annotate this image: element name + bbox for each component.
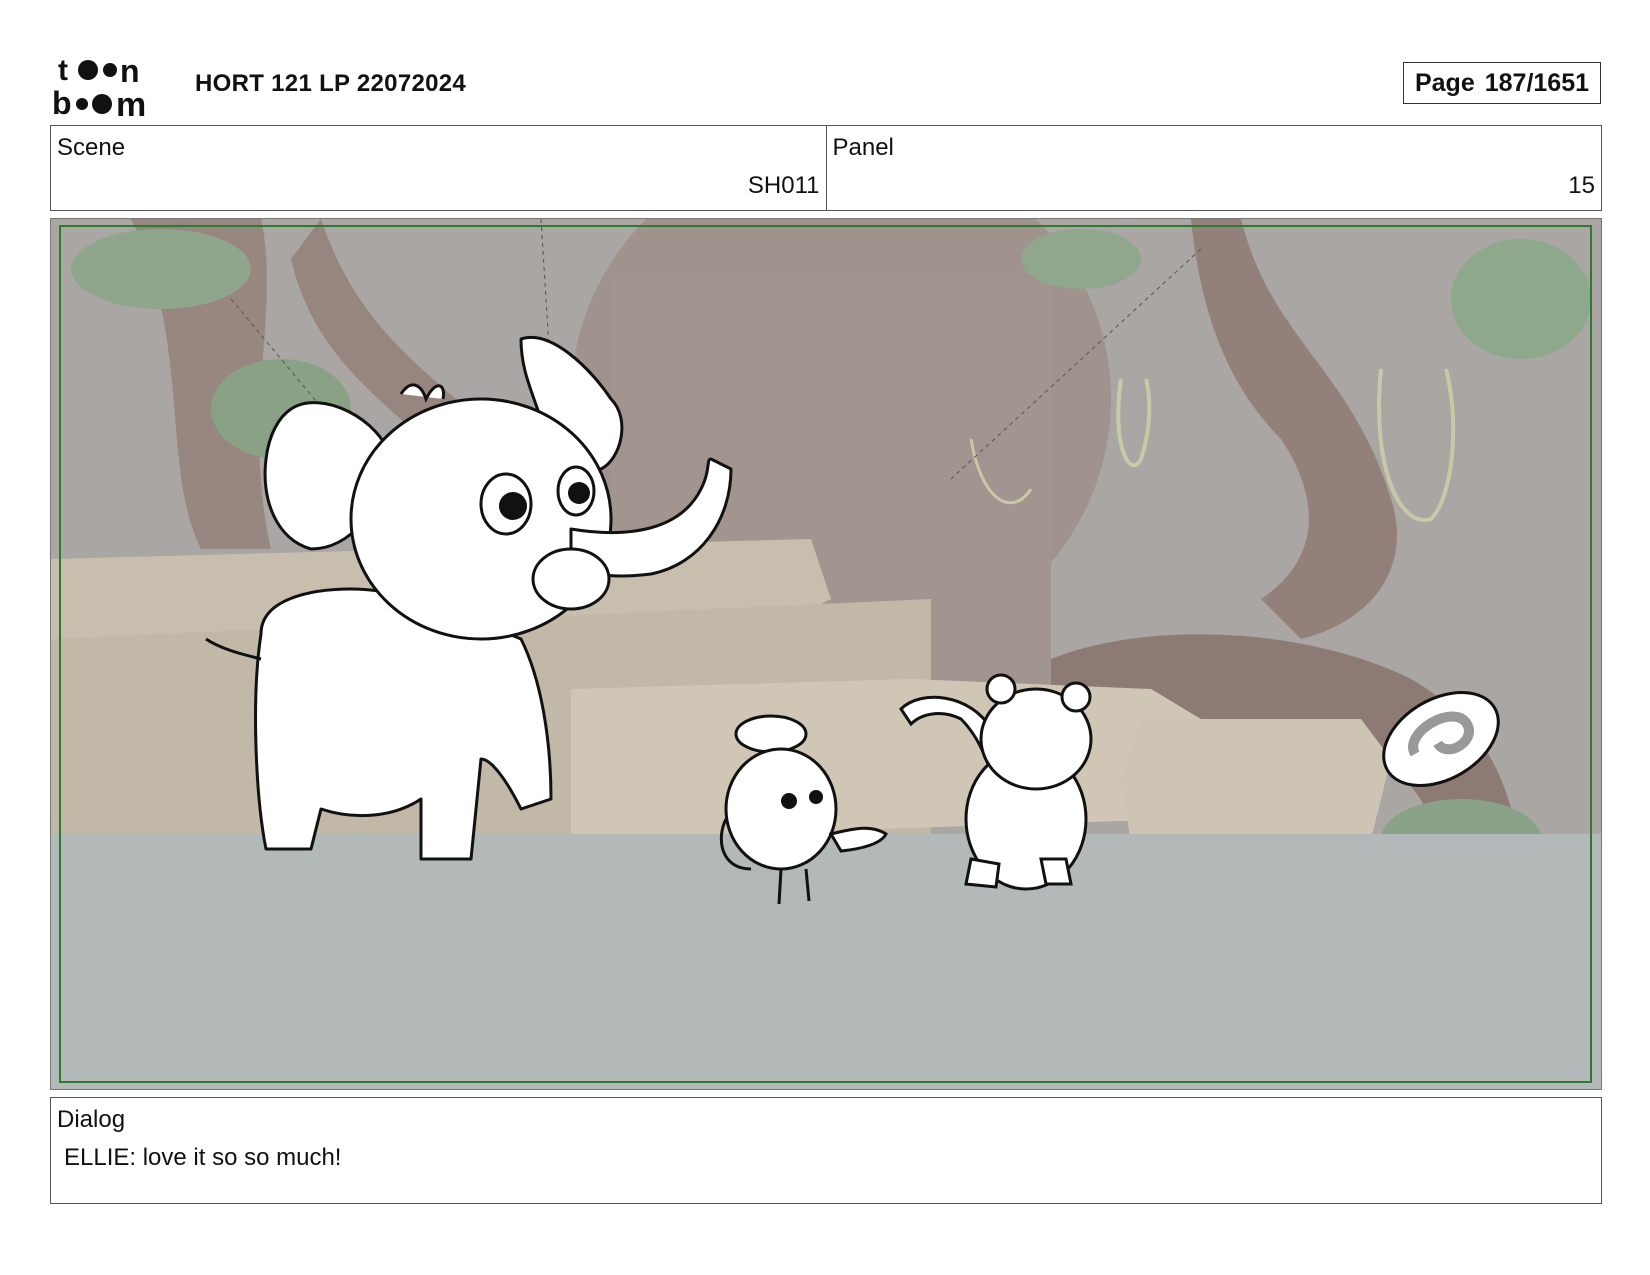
dialog-box: Dialog ELLIE: love it so so much! [50,1097,1602,1204]
page-number: 187/1651 [1484,68,1590,97]
dialog-text: ELLIE: love it so so much! [64,1144,342,1171]
dialog-label: Dialog [57,1106,126,1133]
svg-text:b: b [52,85,72,118]
page-indicator: Page 187/1651 [1403,62,1601,104]
panel-value: 15 [1568,172,1595,199]
scene-panel-row: Scene SH011 Panel 15 [50,125,1602,211]
page-label: Page [1414,68,1475,97]
document-title: HORT 121 LP 22072024 [195,70,467,97]
panel-cell: Panel 15 [825,126,1602,210]
storyboard-panel [50,218,1602,1090]
panel-label: Panel [832,134,894,161]
svg-text:m: m [116,86,146,118]
svg-text:n: n [120,53,140,89]
scene-value: SH011 [747,172,820,199]
toon-boom-logo: t n b m [52,53,146,118]
svg-text:t: t [58,54,68,87]
storyboard-sketch-image [51,219,1601,1089]
scene-label: Scene [57,134,126,161]
scene-cell: Scene SH011 [51,126,826,210]
